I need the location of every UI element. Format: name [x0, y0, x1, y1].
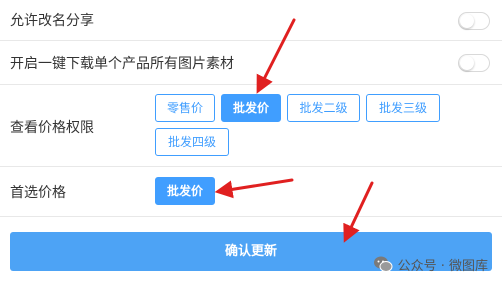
- price-option-wholesale-level-2[interactable]: 批发二级: [287, 94, 360, 122]
- price-option-wholesale[interactable]: 批发价: [221, 94, 281, 122]
- setting-row-one-click-download: 开启一键下载单个产品所有图片素材: [0, 41, 502, 85]
- price-option-wholesale-level-4[interactable]: 批发四级: [155, 128, 229, 156]
- view-price-permission-label: 查看价格权限: [10, 120, 94, 136]
- watermark-text: 公众号 · 微图库: [397, 258, 488, 274]
- setting-row-preferred-price: 首选价格 批发价: [0, 167, 502, 217]
- one-click-download-toggle[interactable]: [458, 54, 490, 72]
- price-option-wholesale-level-3[interactable]: 批发三级: [366, 94, 440, 122]
- wechat-icon: [373, 256, 393, 272]
- toggle-knob: [460, 56, 474, 70]
- wechat-watermark: 公众号 · 微图库: [373, 254, 488, 274]
- setting-row-view-price-permission: 查看价格权限 零售价 批发价 批发二级 批发三级 批发四级: [0, 85, 502, 167]
- allow-rename-share-label: 允许改名分享: [10, 13, 94, 29]
- toggle-knob: [460, 14, 474, 28]
- preferred-price-selected[interactable]: 批发价: [155, 177, 215, 205]
- preferred-price-label: 首选价格: [10, 185, 66, 201]
- setting-row-allow-rename-share: 允许改名分享: [0, 0, 502, 41]
- one-click-download-label: 开启一键下载单个产品所有图片素材: [10, 56, 234, 72]
- allow-rename-share-toggle[interactable]: [458, 12, 490, 30]
- price-option-retail[interactable]: 零售价: [155, 94, 215, 122]
